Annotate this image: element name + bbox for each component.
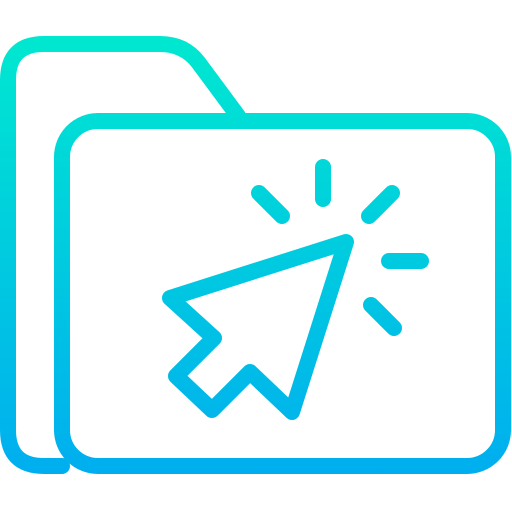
cursor-arrow-icon [162,234,354,420]
click-ray-top-right [361,185,400,224]
folder-click-icon [0,0,512,512]
click-ray-top-left [251,185,290,224]
folder-front-shape [54,113,511,474]
folder-click-svg [0,36,511,474]
click-ray-bottom-right [363,297,402,336]
